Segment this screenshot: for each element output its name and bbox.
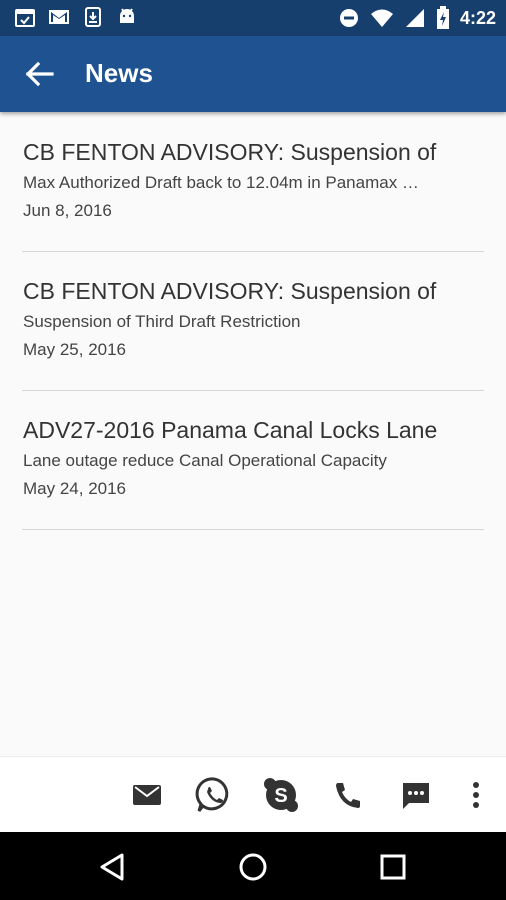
news-title: CB FENTON ADVISORY: Suspension of <box>23 139 437 165</box>
news-item[interactable]: ADV27-2016 Panama Canal Locks Lane Lane … <box>22 391 484 530</box>
news-list: CB FENTON ADVISORY: Suspension of Max Au… <box>0 113 506 530</box>
news-summary: Max Authorized Draft back to 12.04m in P… <box>23 173 419 192</box>
gmail-icon <box>48 6 70 28</box>
nav-recents-button[interactable] <box>376 850 410 884</box>
home-circle-icon <box>236 853 270 888</box>
recents-square-icon <box>376 854 410 888</box>
sms-button[interactable] <box>396 775 436 815</box>
email-icon <box>127 775 167 815</box>
calendar-icon <box>14 6 36 28</box>
download-icon <box>82 6 104 28</box>
arrow-back-icon <box>20 61 60 96</box>
status-time: 4:22 <box>459 7 496 28</box>
whatsapp-icon <box>194 775 234 815</box>
news-date: May 24, 2016 <box>23 479 127 498</box>
android-icon <box>116 6 138 28</box>
skype-icon: S <box>261 775 301 815</box>
wifi-icon <box>370 7 394 29</box>
more-options-button[interactable] <box>456 775 496 815</box>
svg-text:S: S <box>274 785 287 807</box>
system-navigation-bar <box>0 832 506 900</box>
status-bar: 4:22 <box>0 0 506 36</box>
more-vert-icon <box>456 775 496 815</box>
back-button[interactable] <box>20 56 60 92</box>
news-date: May 25, 2016 <box>23 340 127 359</box>
news-summary: Lane outage reduce Canal Operational Cap… <box>23 451 387 470</box>
battery-charging-icon <box>436 6 450 30</box>
page-title: News <box>85 58 153 88</box>
contact-action-bar: S <box>0 756 506 833</box>
news-item[interactable]: CB FENTON ADVISORY: Suspension of Max Au… <box>22 113 484 252</box>
app-bar: News <box>0 36 506 112</box>
news-title: ADV27-2016 Panama Canal Locks Lane <box>23 417 438 443</box>
nav-home-button[interactable] <box>236 850 270 884</box>
sms-icon <box>396 775 436 815</box>
news-summary: Suspension of Third Draft Restriction <box>23 312 301 331</box>
phone-icon <box>328 775 368 815</box>
whatsapp-button[interactable] <box>194 775 234 815</box>
nav-back-button[interactable] <box>96 850 130 884</box>
back-triangle-icon <box>96 853 130 888</box>
notification-icons <box>14 6 138 28</box>
news-date: Jun 8, 2016 <box>23 201 112 220</box>
do-not-disturb-icon <box>338 7 360 29</box>
news-title: CB FENTON ADVISORY: Suspension of <box>23 278 437 304</box>
skype-button[interactable]: S <box>261 775 301 815</box>
system-icons: 4:22 <box>338 6 496 30</box>
phone-button[interactable] <box>328 775 368 815</box>
news-item[interactable]: CB FENTON ADVISORY: Suspension of Suspen… <box>22 252 484 391</box>
signal-icon <box>404 7 426 29</box>
email-button[interactable] <box>127 775 167 815</box>
